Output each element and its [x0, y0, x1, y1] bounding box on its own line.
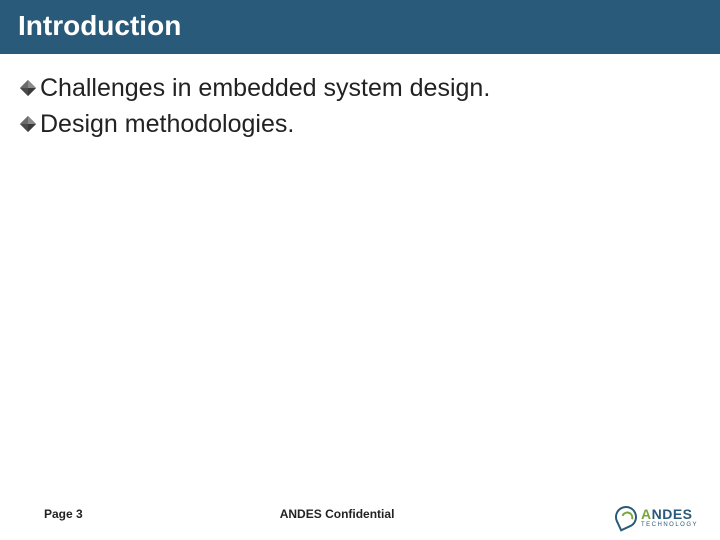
- slide-footer: Page 3 ANDES Confidential ANDES TECHNOLO…: [0, 502, 720, 526]
- bullet-text: Design methodologies.: [40, 108, 294, 142]
- confidential-label: ANDES Confidential: [280, 507, 395, 521]
- slide: Introduction Challenges in embedded syst…: [0, 0, 720, 540]
- page-number: Page 3: [44, 507, 83, 521]
- logo-first-letter: A: [641, 506, 652, 522]
- logo-rest: NDES: [652, 506, 693, 522]
- brand-logo: ANDES TECHNOLOGY: [615, 506, 698, 528]
- slide-title: Introduction: [0, 0, 720, 54]
- diamond-bullet-icon: [18, 78, 38, 98]
- logo-text: ANDES TECHNOLOGY: [641, 507, 698, 528]
- bullet-text: Challenges in embedded system design.: [40, 72, 490, 106]
- diamond-bullet-icon: [18, 114, 38, 134]
- slide-content: Challenges in embedded system design. De…: [0, 54, 720, 142]
- logo-name: ANDES: [641, 507, 698, 521]
- logo-mark-icon: [611, 502, 640, 531]
- bullet-item: Design methodologies.: [18, 108, 696, 142]
- logo-subtitle: TECHNOLOGY: [641, 522, 698, 528]
- bullet-item: Challenges in embedded system design.: [18, 72, 696, 106]
